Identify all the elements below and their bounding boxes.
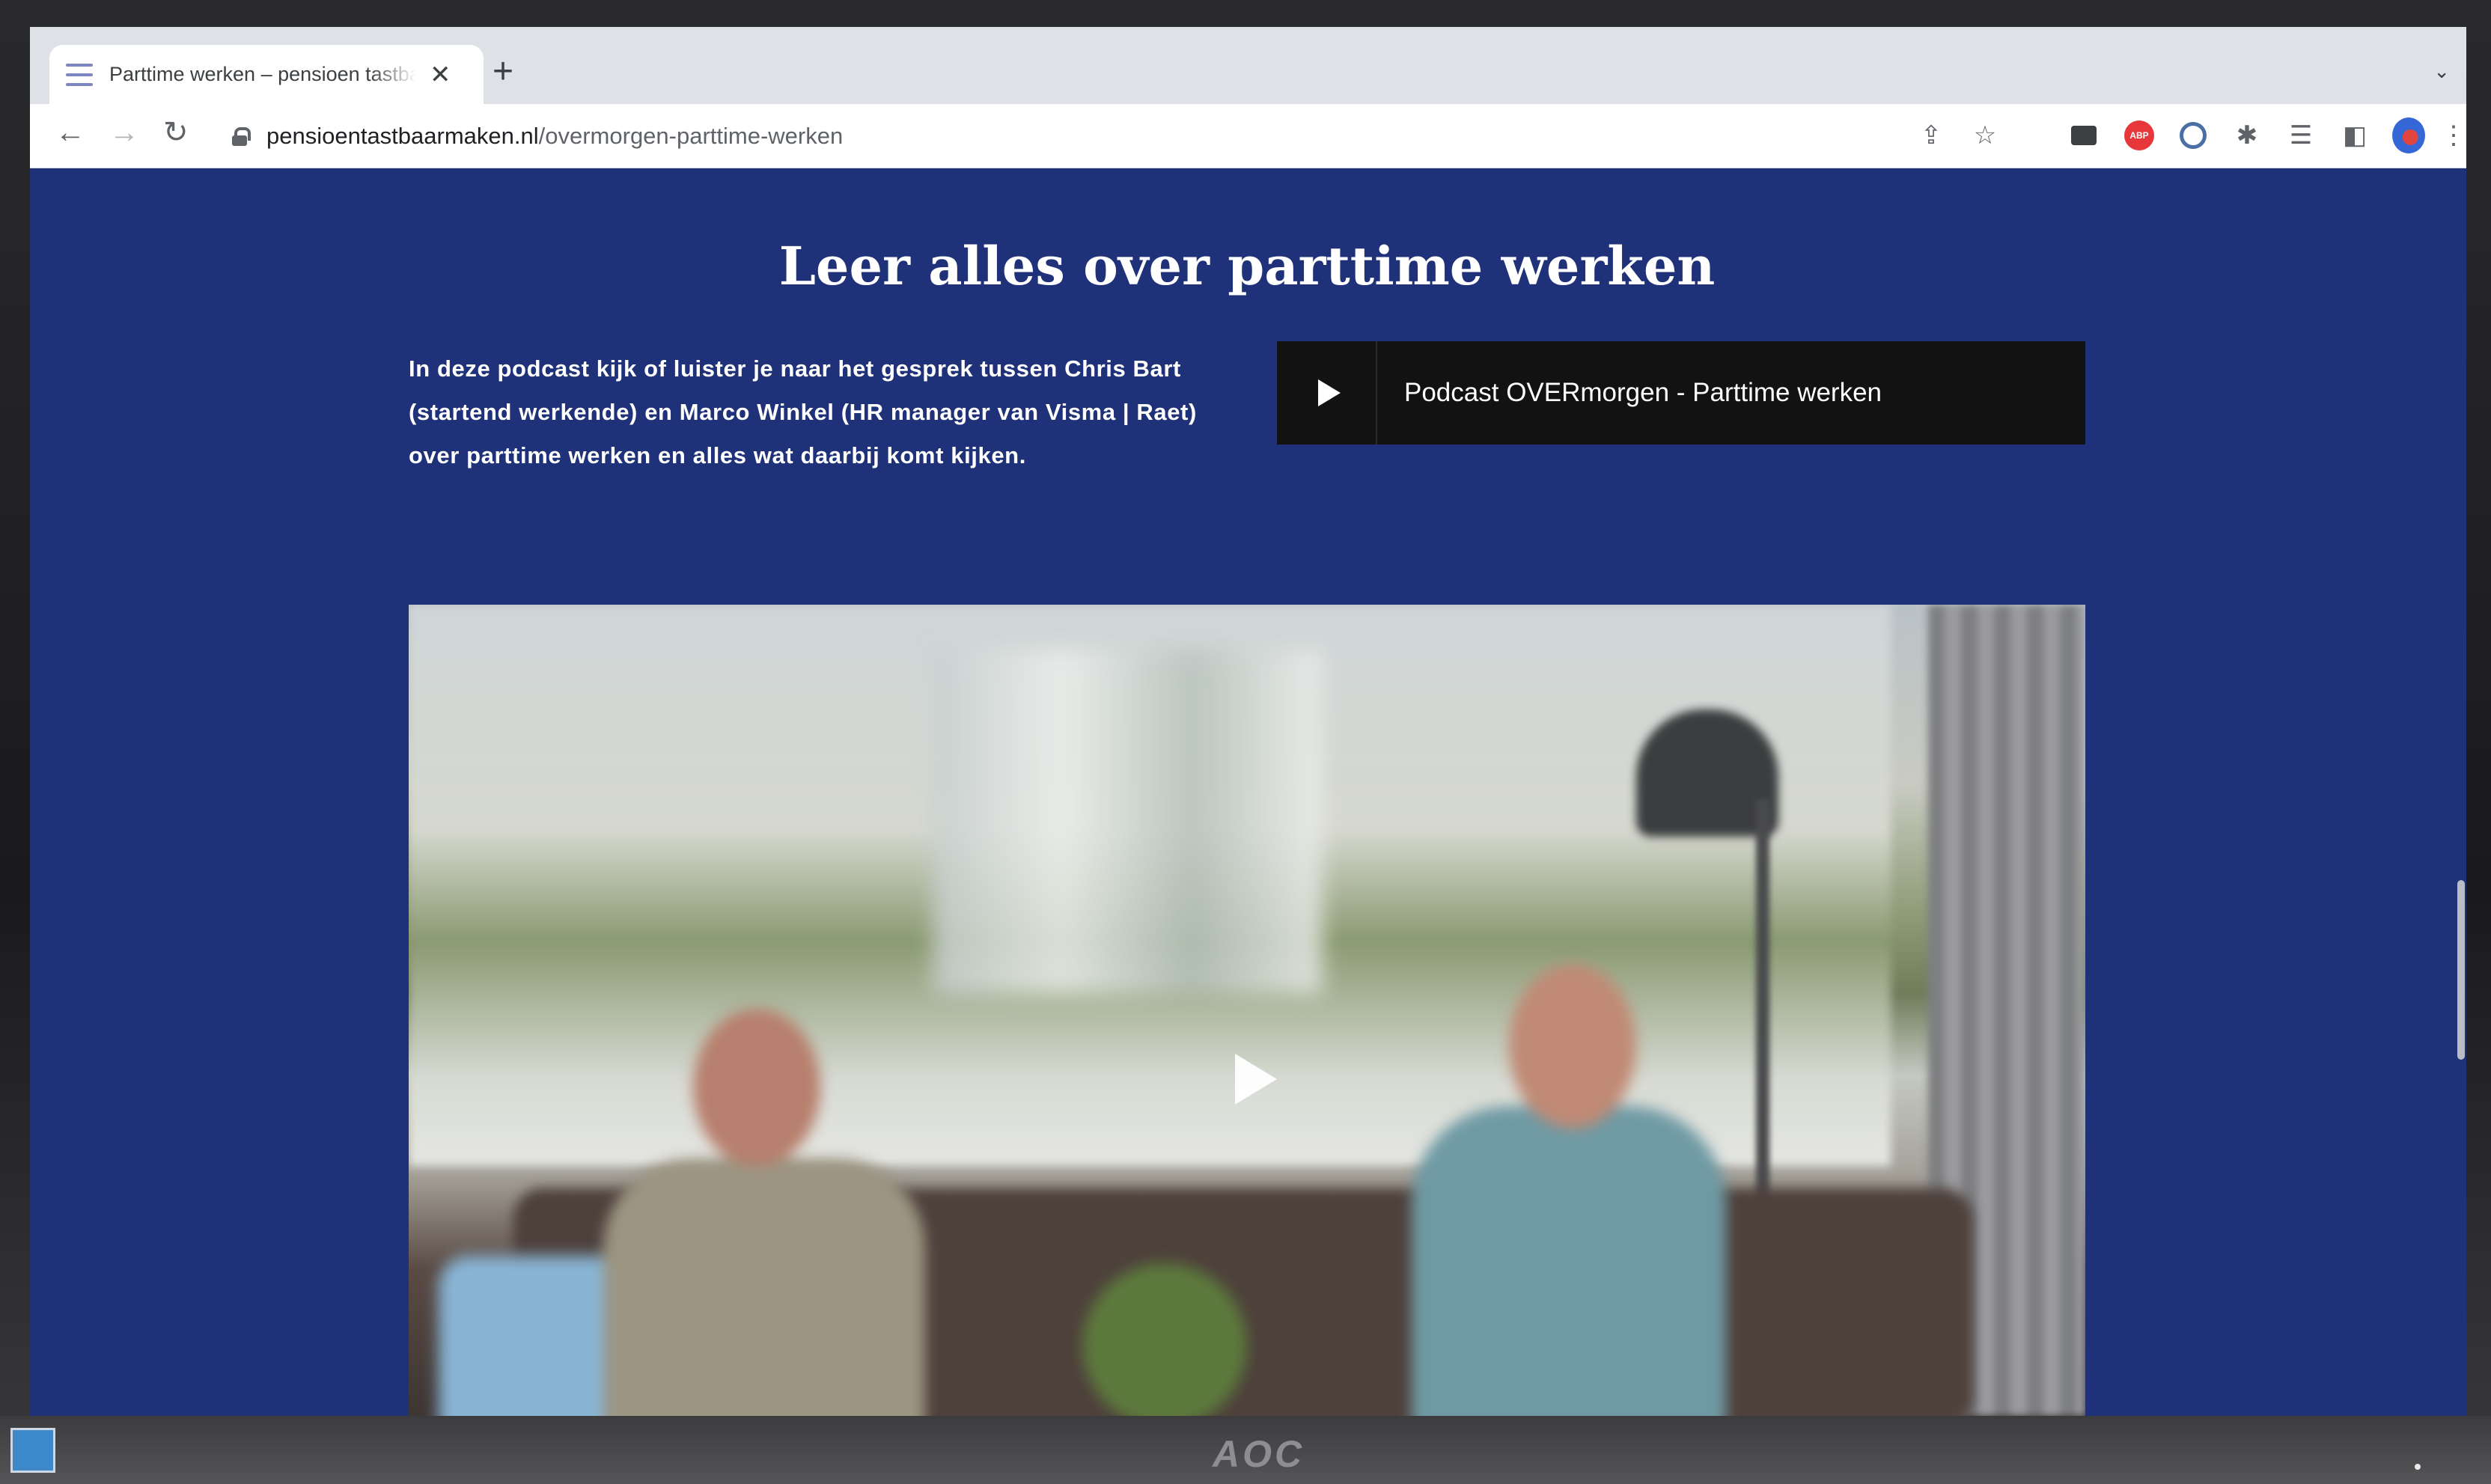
- tab-search-chevron-icon[interactable]: ⌄: [2433, 60, 2450, 83]
- podcast-title: Podcast OVERmorgen - Parttime werken: [1404, 378, 1882, 407]
- url-text[interactable]: pensioentastbaarmaken.nl/overmorgen-part…: [266, 123, 843, 150]
- browser-toolbar: ← → ↻ pensioentastbaarmaken.nl/overmorge…: [30, 104, 2466, 168]
- tab-active[interactable]: Parttime werken – pensioen tastbaar make…: [49, 45, 484, 104]
- intro-text: In deze podcast kijk of luister je naar …: [409, 355, 1197, 468]
- url-path: /overmorgen-parttime-werken: [538, 123, 844, 149]
- back-arrow-icon[interactable]: ←: [55, 117, 85, 147]
- tab-strip: Parttime werken – pensioen tastbaar make…: [30, 27, 2466, 104]
- video-play-icon[interactable]: [1235, 1054, 1277, 1105]
- video-person-left: [603, 1009, 925, 1416]
- abp-extension-icon[interactable]: ABP: [2123, 119, 2156, 152]
- energy-star-badge-icon: [10, 1428, 55, 1473]
- browser-menu-icon[interactable]: ⋮: [2437, 119, 2466, 152]
- site-favicon-icon: [66, 63, 93, 86]
- page-title: Leer alles over parttime werken: [778, 235, 1716, 297]
- side-panel-icon[interactable]: ◧: [2338, 119, 2371, 152]
- page-content: Leer alles over parttime werken In deze …: [30, 169, 2464, 1416]
- page-scrollbar[interactable]: [2456, 169, 2466, 1416]
- reload-icon[interactable]: ↻: [163, 117, 189, 147]
- address-bar[interactable]: pensioentastbaarmaken.nl/overmorgen-part…: [232, 113, 1939, 159]
- profile-avatar[interactable]: [2392, 117, 2425, 153]
- share-icon[interactable]: ⇪: [1915, 119, 1948, 152]
- tab-title: Parttime werken – pensioen tastbaar make…: [109, 63, 416, 85]
- video-player[interactable]: [409, 605, 2085, 1416]
- bookmark-star-icon[interactable]: ☆: [1969, 119, 2001, 152]
- podcast-play-button[interactable]: [1277, 341, 1377, 445]
- scrollbar-thumb[interactable]: [2457, 880, 2465, 1060]
- new-tab-button[interactable]: +: [493, 54, 513, 90]
- close-tab-icon[interactable]: ✕: [430, 62, 451, 88]
- forward-arrow-icon[interactable]: →: [109, 117, 139, 147]
- extension-dark-icon[interactable]: [2067, 119, 2100, 152]
- url-host: pensioentastbaarmaken.nl: [266, 123, 539, 149]
- reading-list-icon[interactable]: ☰: [2284, 119, 2317, 152]
- browser-window: Parttime werken – pensioen tastbaar make…: [30, 27, 2466, 1416]
- power-led-icon: [2415, 1464, 2421, 1470]
- lock-icon: [232, 127, 251, 146]
- extension-ring-icon[interactable]: [2177, 119, 2210, 152]
- podcast-player[interactable]: Podcast OVERmorgen - Parttime werken: [1277, 341, 2085, 445]
- extensions-puzzle-icon[interactable]: ✱: [2231, 119, 2263, 152]
- play-icon: [1318, 379, 1341, 406]
- monitor-brand-logo: AOC: [1213, 1433, 1305, 1475]
- video-person-right: [1412, 964, 1726, 1416]
